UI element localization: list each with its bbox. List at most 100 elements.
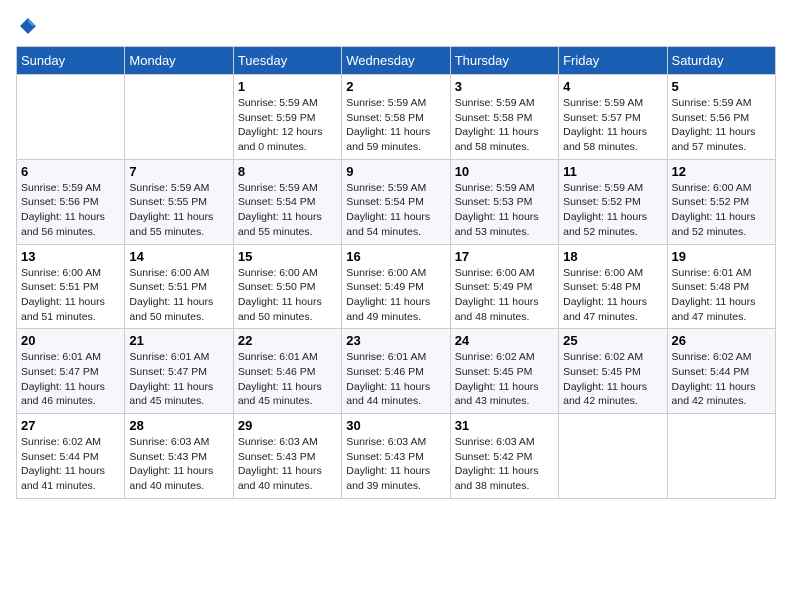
cell-content: Sunrise: 6:00 AMSunset: 5:48 PMDaylight:… — [563, 266, 662, 325]
day-number: 7 — [129, 164, 228, 179]
header-sunday: Sunday — [17, 47, 125, 75]
calendar-cell: 20 Sunrise: 6:01 AMSunset: 5:47 PMDayligh… — [17, 329, 125, 414]
day-number: 21 — [129, 333, 228, 348]
day-number: 11 — [563, 164, 662, 179]
cell-content: Sunrise: 6:00 AMSunset: 5:49 PMDaylight:… — [346, 266, 445, 325]
cell-content: Sunrise: 5:59 AMSunset: 5:53 PMDaylight:… — [455, 181, 554, 240]
cell-content: Sunrise: 6:01 AMSunset: 5:47 PMDaylight:… — [129, 350, 228, 409]
header-saturday: Saturday — [667, 47, 775, 75]
day-number: 12 — [672, 164, 771, 179]
cell-content: Sunrise: 6:00 AMSunset: 5:50 PMDaylight:… — [238, 266, 337, 325]
cell-content: Sunrise: 5:59 AMSunset: 5:54 PMDaylight:… — [346, 181, 445, 240]
calendar-cell: 21 Sunrise: 6:01 AMSunset: 5:47 PMDayligh… — [125, 329, 233, 414]
cell-content: Sunrise: 6:02 AMSunset: 5:44 PMDaylight:… — [21, 435, 120, 494]
day-number: 29 — [238, 418, 337, 433]
calendar-table: Sunday Monday Tuesday Wednesday Thursday… — [16, 46, 776, 499]
calendar-cell: 16Sunrise: 6:00 AMSunset: 5:49 PMDayligh… — [342, 244, 450, 329]
cell-content: Sunrise: 6:01 AMSunset: 5:48 PMDaylight:… — [672, 266, 771, 325]
day-number: 13 — [21, 249, 120, 264]
cell-content: Sunrise: 6:03 AMSunset: 5:42 PMDaylight:… — [455, 435, 554, 494]
calendar-cell: 12 Sunrise: 6:00 AMSunset: 5:52 PMDayligh… — [667, 159, 775, 244]
calendar-cell — [125, 75, 233, 160]
logo-icon — [18, 16, 38, 36]
cell-content: Sunrise: 5:59 AMSunset: 5:55 PMDaylight:… — [129, 181, 228, 240]
cell-content: Sunrise: 6:03 AMSunset: 5:43 PMDaylight:… — [238, 435, 337, 494]
calendar-week-row: 1Sunrise: 5:59 AMSunset: 5:59 PMDaylight… — [17, 75, 776, 160]
calendar-week-row: 13 Sunrise: 6:00 AMSunset: 5:51 PMDayligh… — [17, 244, 776, 329]
day-number: 20 — [21, 333, 120, 348]
calendar-cell: 5Sunrise: 5:59 AMSunset: 5:56 PMDaylight… — [667, 75, 775, 160]
calendar-cell — [17, 75, 125, 160]
calendar-cell: 28Sunrise: 6:03 AMSunset: 5:43 PMDayligh… — [125, 414, 233, 499]
day-number: 15 — [238, 249, 337, 264]
cell-content: Sunrise: 5:59 AMSunset: 5:56 PMDaylight:… — [672, 96, 771, 155]
cell-content: Sunrise: 6:02 AMSunset: 5:45 PMDaylight:… — [455, 350, 554, 409]
cell-content: Sunrise: 5:59 AMSunset: 5:52 PMDaylight:… — [563, 181, 662, 240]
header-tuesday: Tuesday — [233, 47, 341, 75]
cell-content: Sunrise: 6:00 AMSunset: 5:51 PMDaylight:… — [129, 266, 228, 325]
calendar-cell: 7 Sunrise: 5:59 AMSunset: 5:55 PMDaylight… — [125, 159, 233, 244]
calendar-cell: 10 Sunrise: 5:59 AMSunset: 5:53 PMDayligh… — [450, 159, 558, 244]
calendar-cell: 9 Sunrise: 5:59 AMSunset: 5:54 PMDaylight… — [342, 159, 450, 244]
logo — [16, 16, 38, 38]
day-number: 14 — [129, 249, 228, 264]
calendar-cell: 15 Sunrise: 6:00 AMSunset: 5:50 PMDayligh… — [233, 244, 341, 329]
day-number: 10 — [455, 164, 554, 179]
calendar-cell: 18 Sunrise: 6:00 AMSunset: 5:48 PMDayligh… — [559, 244, 667, 329]
calendar-cell: 29 Sunrise: 6:03 AMSunset: 5:43 PMDayligh… — [233, 414, 341, 499]
calendar-cell: 31Sunrise: 6:03 AMSunset: 5:42 PMDayligh… — [450, 414, 558, 499]
cell-content: Sunrise: 5:59 AMSunset: 5:57 PMDaylight:… — [563, 96, 662, 155]
calendar-cell: 14 Sunrise: 6:00 AMSunset: 5:51 PMDayligh… — [125, 244, 233, 329]
calendar-cell: 6Sunrise: 5:59 AMSunset: 5:56 PMDaylight… — [17, 159, 125, 244]
calendar-cell — [667, 414, 775, 499]
weekday-header-row: Sunday Monday Tuesday Wednesday Thursday… — [17, 47, 776, 75]
calendar-cell: 2 Sunrise: 5:59 AMSunset: 5:58 PMDaylight… — [342, 75, 450, 160]
page-header — [16, 16, 776, 38]
calendar-cell: 4 Sunrise: 5:59 AMSunset: 5:57 PMDaylight… — [559, 75, 667, 160]
day-number: 30 — [346, 418, 445, 433]
day-number: 4 — [563, 79, 662, 94]
header-wednesday: Wednesday — [342, 47, 450, 75]
cell-content: Sunrise: 6:02 AMSunset: 5:44 PMDaylight:… — [672, 350, 771, 409]
day-number: 22 — [238, 333, 337, 348]
day-number: 2 — [346, 79, 445, 94]
calendar-cell: 13Sunrise: 6:00 AMSunset: 5:51 PMDayligh… — [17, 244, 125, 329]
cell-content: Sunrise: 5:59 AMSunset: 5:58 PMDaylight:… — [455, 96, 554, 155]
calendar-cell: 1Sunrise: 5:59 AMSunset: 5:59 PMDaylight… — [233, 75, 341, 160]
day-number: 18 — [563, 249, 662, 264]
cell-content: Sunrise: 5:59 AMSunset: 5:54 PMDaylight:… — [238, 181, 337, 240]
calendar-cell: 17 Sunrise: 6:00 AMSunset: 5:49 PMDayligh… — [450, 244, 558, 329]
cell-content: Sunrise: 6:01 AMSunset: 5:46 PMDaylight:… — [238, 350, 337, 409]
day-number: 27 — [21, 418, 120, 433]
calendar-cell: 30 Sunrise: 6:03 AMSunset: 5:43 PMDayligh… — [342, 414, 450, 499]
day-number: 23 — [346, 333, 445, 348]
day-number: 17 — [455, 249, 554, 264]
cell-content: Sunrise: 6:01 AMSunset: 5:46 PMDaylight:… — [346, 350, 445, 409]
calendar-cell: 26Sunrise: 6:02 AMSunset: 5:44 PMDayligh… — [667, 329, 775, 414]
calendar-cell — [559, 414, 667, 499]
calendar-cell: 19 Sunrise: 6:01 AMSunset: 5:48 PMDayligh… — [667, 244, 775, 329]
cell-content: Sunrise: 6:00 AMSunset: 5:49 PMDaylight:… — [455, 266, 554, 325]
cell-content: Sunrise: 6:01 AMSunset: 5:47 PMDaylight:… — [21, 350, 120, 409]
header-monday: Monday — [125, 47, 233, 75]
calendar-week-row: 20 Sunrise: 6:01 AMSunset: 5:47 PMDayligh… — [17, 329, 776, 414]
calendar-week-row: 6Sunrise: 5:59 AMSunset: 5:56 PMDaylight… — [17, 159, 776, 244]
header-friday: Friday — [559, 47, 667, 75]
calendar-cell: 11 Sunrise: 5:59 AMSunset: 5:52 PMDayligh… — [559, 159, 667, 244]
day-number: 1 — [238, 79, 337, 94]
day-number: 25 — [563, 333, 662, 348]
header-thursday: Thursday — [450, 47, 558, 75]
calendar-cell: 25Sunrise: 6:02 AMSunset: 5:45 PMDayligh… — [559, 329, 667, 414]
day-number: 28 — [129, 418, 228, 433]
day-number: 6 — [21, 164, 120, 179]
calendar-cell: 23 Sunrise: 6:01 AMSunset: 5:46 PMDayligh… — [342, 329, 450, 414]
cell-content: Sunrise: 5:59 AMSunset: 5:58 PMDaylight:… — [346, 96, 445, 155]
calendar-week-row: 27 Sunrise: 6:02 AMSunset: 5:44 PMDayligh… — [17, 414, 776, 499]
day-number: 9 — [346, 164, 445, 179]
cell-content: Sunrise: 6:00 AMSunset: 5:52 PMDaylight:… — [672, 181, 771, 240]
day-number: 24 — [455, 333, 554, 348]
cell-content: Sunrise: 6:03 AMSunset: 5:43 PMDaylight:… — [346, 435, 445, 494]
calendar-cell: 22 Sunrise: 6:01 AMSunset: 5:46 PMDayligh… — [233, 329, 341, 414]
calendar-cell: 24 Sunrise: 6:02 AMSunset: 5:45 PMDayligh… — [450, 329, 558, 414]
day-number: 19 — [672, 249, 771, 264]
